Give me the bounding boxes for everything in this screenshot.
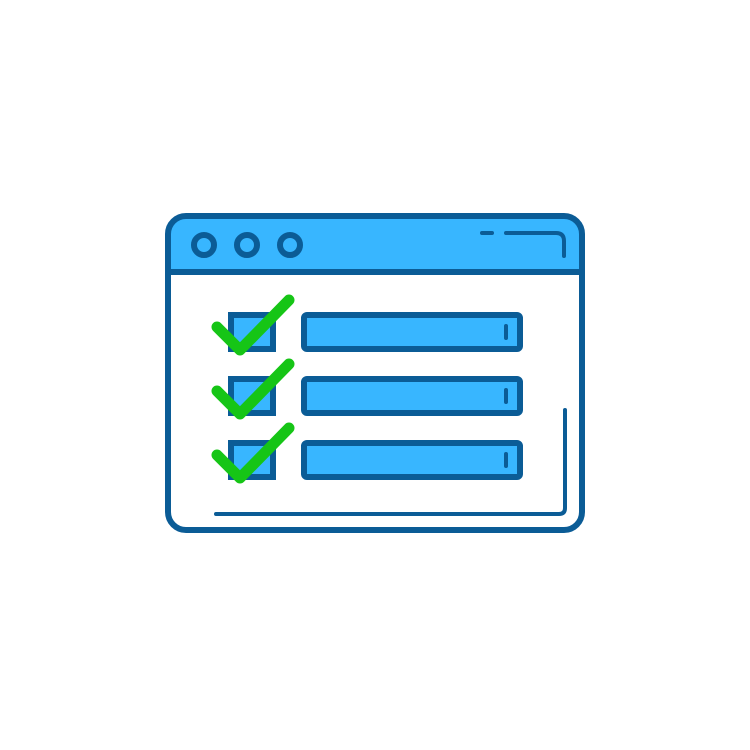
browser-window <box>165 213 585 533</box>
window-dot-2-icon <box>234 232 260 258</box>
window-dot-3-icon <box>277 232 303 258</box>
task-bar <box>301 440 523 480</box>
checklist-window-illustration <box>165 213 585 533</box>
window-dot-1-icon <box>191 232 217 258</box>
task-bar <box>301 376 523 416</box>
task-bar <box>301 312 523 352</box>
checklist <box>211 294 523 484</box>
window-title-bar <box>168 216 582 272</box>
